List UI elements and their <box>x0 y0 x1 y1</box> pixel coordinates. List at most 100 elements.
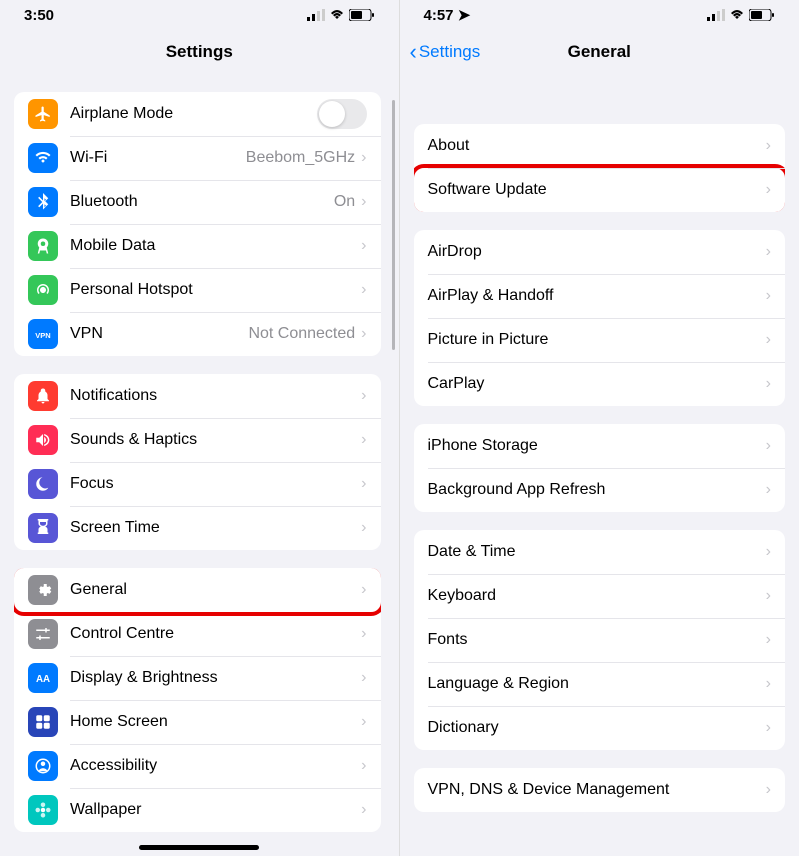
row-background-refresh[interactable]: Background App Refresh› <box>414 468 786 512</box>
row-about[interactable]: About› <box>414 124 786 168</box>
row-dictionary[interactable]: Dictionary› <box>414 706 786 750</box>
settings-screen: 3:50 Settings Airplane ModeWi-FiBeebom_5… <box>0 0 400 856</box>
row-label: Accessibility <box>70 757 361 775</box>
settings-content[interactable]: Airplane ModeWi-FiBeebom_5GHz›BluetoothO… <box>0 74 399 856</box>
row-label: Background App Refresh <box>428 481 766 499</box>
row-hotspot[interactable]: Personal Hotspot› <box>14 268 381 312</box>
wifi-icon <box>329 9 345 21</box>
row-sounds[interactable]: Sounds & Haptics› <box>14 418 381 462</box>
airplane-icon <box>28 99 58 129</box>
settings-group: Date & Time›Keyboard›Fonts›Language & Re… <box>414 530 786 750</box>
settings-group: Notifications›Sounds & Haptics›Focus›Scr… <box>14 374 381 550</box>
row-storage[interactable]: iPhone Storage› <box>414 424 786 468</box>
chevron-right-icon: › <box>766 331 771 349</box>
battery-icon <box>349 9 375 21</box>
svg-text:VPN: VPN <box>35 331 50 340</box>
cellular-signal-icon <box>707 9 725 21</box>
chevron-right-icon: › <box>766 543 771 561</box>
back-button[interactable]: ‹ Settings <box>410 41 481 63</box>
status-indicators <box>707 9 775 21</box>
row-airplay[interactable]: AirPlay & Handoff› <box>414 274 786 318</box>
row-display[interactable]: AADisplay & Brightness› <box>14 656 381 700</box>
row-vpn[interactable]: VPNVPNNot Connected› <box>14 312 381 356</box>
antenna-icon <box>28 231 58 261</box>
speaker-icon <box>28 425 58 455</box>
row-label: VPN, DNS & Device Management <box>428 781 766 799</box>
row-keyboard[interactable]: Keyboard› <box>414 574 786 618</box>
status-bar: 3:50 <box>0 0 399 30</box>
status-time: 4:57 ➤ <box>424 6 471 24</box>
row-general[interactable]: General› <box>14 568 381 612</box>
row-language[interactable]: Language & Region› <box>414 662 786 706</box>
cellular-signal-icon <box>307 9 325 21</box>
status-bar: 4:57 ➤ <box>400 0 799 30</box>
row-software-update[interactable]: Software Update› <box>414 168 786 212</box>
row-label: Bluetooth <box>70 193 334 211</box>
row-wifi[interactable]: Wi-FiBeebom_5GHz› <box>14 136 381 180</box>
row-label: Screen Time <box>70 519 361 537</box>
chevron-right-icon: › <box>361 431 366 449</box>
status-indicators <box>307 9 375 21</box>
row-label: Home Screen <box>70 713 361 731</box>
settings-group: General›Control Centre› AA Display & Brigh… <box>14 568 381 832</box>
chevron-right-icon: › <box>766 675 771 693</box>
back-label: Settings <box>419 42 480 62</box>
row-label: Fonts <box>428 631 766 649</box>
hourglass-icon <box>28 513 58 543</box>
chevron-left-icon: ‹ <box>410 41 417 63</box>
row-accessibility[interactable]: Accessibility› <box>14 744 381 788</box>
home-indicator[interactable] <box>139 845 259 850</box>
bell-icon <box>28 381 58 411</box>
bluetooth-icon <box>28 187 58 217</box>
row-focus[interactable]: Focus› <box>14 462 381 506</box>
row-date-time[interactable]: Date & Time› <box>414 530 786 574</box>
row-label: Keyboard <box>428 587 766 605</box>
nav-bar: Settings <box>0 30 399 74</box>
row-label: Personal Hotspot <box>70 281 361 299</box>
chevron-right-icon: › <box>766 719 771 737</box>
chevron-right-icon: › <box>361 281 366 299</box>
row-mobile-data[interactable]: Mobile Data› <box>14 224 381 268</box>
row-fonts[interactable]: Fonts› <box>414 618 786 662</box>
row-airdrop[interactable]: AirDrop› <box>414 230 786 274</box>
row-label: Sounds & Haptics <box>70 431 361 449</box>
scrollbar[interactable] <box>392 100 395 350</box>
row-label: Wi-Fi <box>70 149 246 167</box>
chevron-right-icon: › <box>361 149 366 167</box>
vpn-icon: VPN <box>28 319 58 349</box>
row-carplay[interactable]: CarPlay› <box>414 362 786 406</box>
row-label: About <box>428 137 766 155</box>
chevron-right-icon: › <box>361 519 366 537</box>
settings-group: iPhone Storage›Background App Refresh› <box>414 424 786 512</box>
row-control-centre[interactable]: Control Centre› <box>14 612 381 656</box>
aa-icon: AA <box>28 663 58 693</box>
row-pip[interactable]: Picture in Picture› <box>414 318 786 362</box>
chevron-right-icon: › <box>766 375 771 393</box>
row-wallpaper[interactable]: Wallpaper› <box>14 788 381 832</box>
chevron-right-icon: › <box>361 325 366 343</box>
chevron-right-icon: › <box>361 757 366 775</box>
chevron-right-icon: › <box>361 387 366 405</box>
row-vpn-device[interactable]: VPN, DNS & Device Management› <box>414 768 786 812</box>
general-content[interactable]: About›Software Update›AirDrop›AirPlay & … <box>400 74 799 856</box>
chevron-right-icon: › <box>766 481 771 499</box>
chevron-right-icon: › <box>766 181 771 199</box>
row-label: Software Update <box>428 181 766 199</box>
person-icon <box>28 751 58 781</box>
chevron-right-icon: › <box>361 475 366 493</box>
chevron-right-icon: › <box>766 243 771 261</box>
row-airplane[interactable]: Airplane Mode <box>14 92 381 136</box>
row-notifications[interactable]: Notifications› <box>14 374 381 418</box>
hotspot-icon <box>28 275 58 305</box>
chevron-right-icon: › <box>766 437 771 455</box>
page-title: Settings <box>166 42 233 62</box>
page-title: General <box>568 42 631 62</box>
row-label: Display & Brightness <box>70 669 361 687</box>
row-home-screen[interactable]: Home Screen› <box>14 700 381 744</box>
row-bluetooth[interactable]: BluetoothOn› <box>14 180 381 224</box>
status-time: 3:50 <box>24 7 54 24</box>
row-screen-time[interactable]: Screen Time› <box>14 506 381 550</box>
settings-group: Airplane ModeWi-FiBeebom_5GHz›BluetoothO… <box>14 92 381 356</box>
airplane-switch[interactable] <box>317 99 367 129</box>
row-label: iPhone Storage <box>428 437 766 455</box>
